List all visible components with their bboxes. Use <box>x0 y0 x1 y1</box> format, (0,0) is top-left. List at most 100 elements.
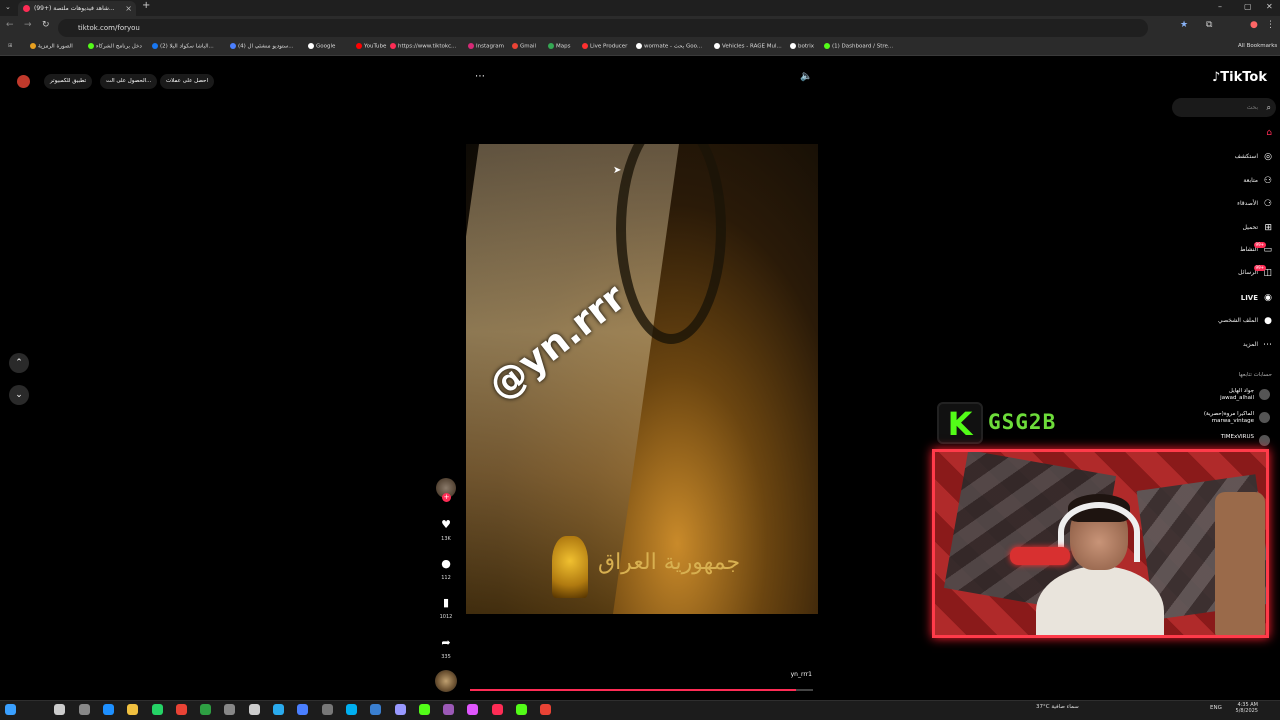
clock[interactable]: 4:35 AM 5/8/2025 <box>1228 702 1258 714</box>
bookmark-item[interactable]: الصورة الرمزية <box>30 43 73 50</box>
sidebar-item-live[interactable]: LIVE ◉ <box>1172 292 1276 304</box>
bookmark-item[interactable]: Gmail <box>512 43 536 50</box>
bookmark-item[interactable]: botrix <box>790 43 814 50</box>
bookmark-item[interactable]: Instagram <box>468 43 504 50</box>
volume-icon[interactable]: 🔈 <box>800 71 812 82</box>
taskbar-premiere-icon[interactable] <box>394 704 406 715</box>
user-avatar[interactable] <box>17 75 30 88</box>
following-account[interactable]: الماكيرا مروة(حصرية) marwa_vintage <box>1170 411 1270 425</box>
search-icon[interactable]: ⌕ <box>1267 98 1271 117</box>
sidebar-item-compass[interactable]: استكشف ◎ <box>1172 151 1276 163</box>
follow-plus-icon[interactable]: + <box>442 493 451 502</box>
taskbar-app-icon[interactable] <box>418 704 430 715</box>
language-indicator[interactable]: ENG <box>1210 705 1222 711</box>
sidebar-item-profile[interactable]: الملف الشخصي ● <box>1172 315 1276 327</box>
next-video-button[interactable]: ⌄ <box>9 385 29 405</box>
taskbar-app-icon[interactable] <box>297 704 309 715</box>
back-button[interactable]: ← <box>6 20 14 30</box>
taskbar-chrome-icon[interactable] <box>540 704 552 715</box>
account-name: TIMExVIRUS <box>1220 434 1254 440</box>
taskbar-skype-icon[interactable] <box>345 704 357 715</box>
profile-avatar[interactable]: ● <box>1250 20 1258 30</box>
bookmark-favicon-icon <box>88 43 94 49</box>
browser-menu-icon[interactable]: ⋮ <box>1266 20 1275 30</box>
extensions-icon[interactable]: ⧉ <box>1206 20 1212 30</box>
video-player[interactable]: @yn.rrr جمهورية العراق <box>466 144 818 614</box>
taskbar-chrome-icon[interactable] <box>175 704 187 715</box>
bookmark-item[interactable]: دخل برنامج الشركاء <box>88 43 142 50</box>
taskbar-telegram-icon[interactable] <box>273 704 284 715</box>
taskbar-app-icon[interactable] <box>321 704 333 715</box>
taskbar-tiktok-icon[interactable] <box>491 704 503 715</box>
minimize-button[interactable]: – <box>1218 0 1222 14</box>
like-action[interactable]: ♥ 13K <box>436 518 456 542</box>
apps-grid-icon[interactable]: ⊞ <box>8 43 13 49</box>
taskbar-windows-start-icon[interactable] <box>5 704 16 715</box>
share-icon[interactable]: ➦ <box>436 636 456 649</box>
tab-close-icon[interactable]: × <box>125 1 132 16</box>
bookmark-item[interactable]: (1) Dashboard / Stre... <box>824 43 893 50</box>
get-app-button[interactable]: الحصول على الت... <box>100 74 158 89</box>
window-close-button[interactable]: ✕ <box>1266 0 1273 14</box>
maximize-button[interactable]: ▢ <box>1244 0 1252 14</box>
taskbar-app-icon[interactable] <box>467 704 479 715</box>
sidebar-item-friends[interactable]: الأصدقاء ⚆ <box>1172 198 1276 210</box>
bookmark-star-icon[interactable]: ★ <box>1180 20 1188 30</box>
bookmark-item[interactable]: (2) الباشا سكواد البلا... <box>152 43 214 50</box>
sidebar-item-home[interactable]: ⌂ <box>1172 127 1276 139</box>
bookmark-item[interactable]: Maps <box>548 43 570 50</box>
following-account[interactable]: جواد الهايل jawad_alhail <box>1170 388 1270 402</box>
browser-tab-tiktok[interactable]: (99+) شاهد فيديوهات ملتصة... × <box>18 1 136 16</box>
taskbar-task-view-icon[interactable] <box>78 704 90 715</box>
bookmark-item[interactable]: (4) ستوديو منشئي ال... <box>230 43 294 50</box>
search-input[interactable]: بحث ⌕ <box>1172 98 1276 117</box>
author-avatar[interactable]: + <box>436 478 456 502</box>
save-action[interactable]: ▮ 1012 <box>436 596 456 620</box>
taskbar-edge-icon[interactable] <box>102 704 114 715</box>
taskbar-app-icon[interactable] <box>200 704 212 715</box>
address-bar[interactable]: tiktok.com/foryou <box>58 19 1148 37</box>
bookmark-icon[interactable]: ▮ <box>436 596 456 609</box>
taskbar-app-icon[interactable] <box>224 704 236 715</box>
taskbar-app-icon[interactable] <box>370 704 382 715</box>
video-author-username[interactable]: yn_rrr1 <box>760 671 812 678</box>
all-bookmarks-link[interactable]: All Bookmarks <box>1238 43 1277 49</box>
taskbar-whatsapp-icon[interactable] <box>151 704 163 715</box>
heart-icon[interactable]: ♥ <box>436 518 456 531</box>
bookmark-item[interactable]: Google <box>308 43 335 50</box>
share-action[interactable]: ➦ 335 <box>436 636 456 660</box>
tab-search-icon[interactable]: ⌄ <box>5 0 11 14</box>
previous-video-button[interactable]: ⌃ <box>9 353 29 373</box>
new-tab-button[interactable]: + <box>142 0 150 11</box>
taskbar-app-icon[interactable] <box>443 704 455 715</box>
forward-button[interactable]: → <box>24 20 32 30</box>
taskbar-search-icon[interactable] <box>54 704 66 715</box>
bookmark-label: Live Producer <box>590 43 628 50</box>
tiktok-logo[interactable]: ♪TikTok <box>1212 70 1267 85</box>
following-account[interactable]: TIMExVIRUS <box>1170 434 1270 446</box>
taskbar-app-icon[interactable] <box>516 704 527 715</box>
music-disc-icon[interactable] <box>435 670 457 692</box>
reload-button[interactable]: ↻ <box>42 20 50 30</box>
more-options-icon[interactable]: ⋯ <box>475 71 485 82</box>
bookmark-favicon-icon <box>356 43 362 49</box>
sidebar-item-inbox[interactable]: النشاط ▭ 99+ <box>1172 242 1276 256</box>
comment-action[interactable]: ● 112 <box>436 557 456 581</box>
weather-widget[interactable]: 37°C سماء صافية <box>1036 704 1079 710</box>
sidebar-item-message[interactable]: الرسائل ◫ 99+ <box>1172 265 1276 279</box>
sidebar-item-more[interactable]: المزيد ⋯ <box>1172 339 1276 351</box>
pc-app-button[interactable]: تطبيق للكمبيوتر <box>44 74 93 89</box>
bookmark-item[interactable]: YouTube <box>356 43 386 50</box>
taskbar-file-explorer-icon[interactable] <box>127 704 139 715</box>
bookmark-item[interactable]: https://www.tiktokc... <box>390 43 456 50</box>
bookmark-item[interactable]: Vehicles - RAGE Mul... <box>714 43 782 50</box>
bookmark-item[interactable]: Live Producer <box>582 43 627 50</box>
bookmark-favicon-icon <box>512 43 518 49</box>
bookmark-item[interactable]: wormate - بحث Goo... <box>636 43 702 50</box>
sidebar-item-follow[interactable]: متابعة ⚇ <box>1172 175 1276 187</box>
comment-icon[interactable]: ● <box>436 557 456 570</box>
get-coins-button[interactable]: احصل على عملات <box>160 74 214 89</box>
sidebar-item-upload[interactable]: تحميل ⊞ <box>1172 222 1276 234</box>
bookmark-favicon-icon <box>824 43 830 49</box>
taskbar-app-icon[interactable] <box>248 704 260 715</box>
